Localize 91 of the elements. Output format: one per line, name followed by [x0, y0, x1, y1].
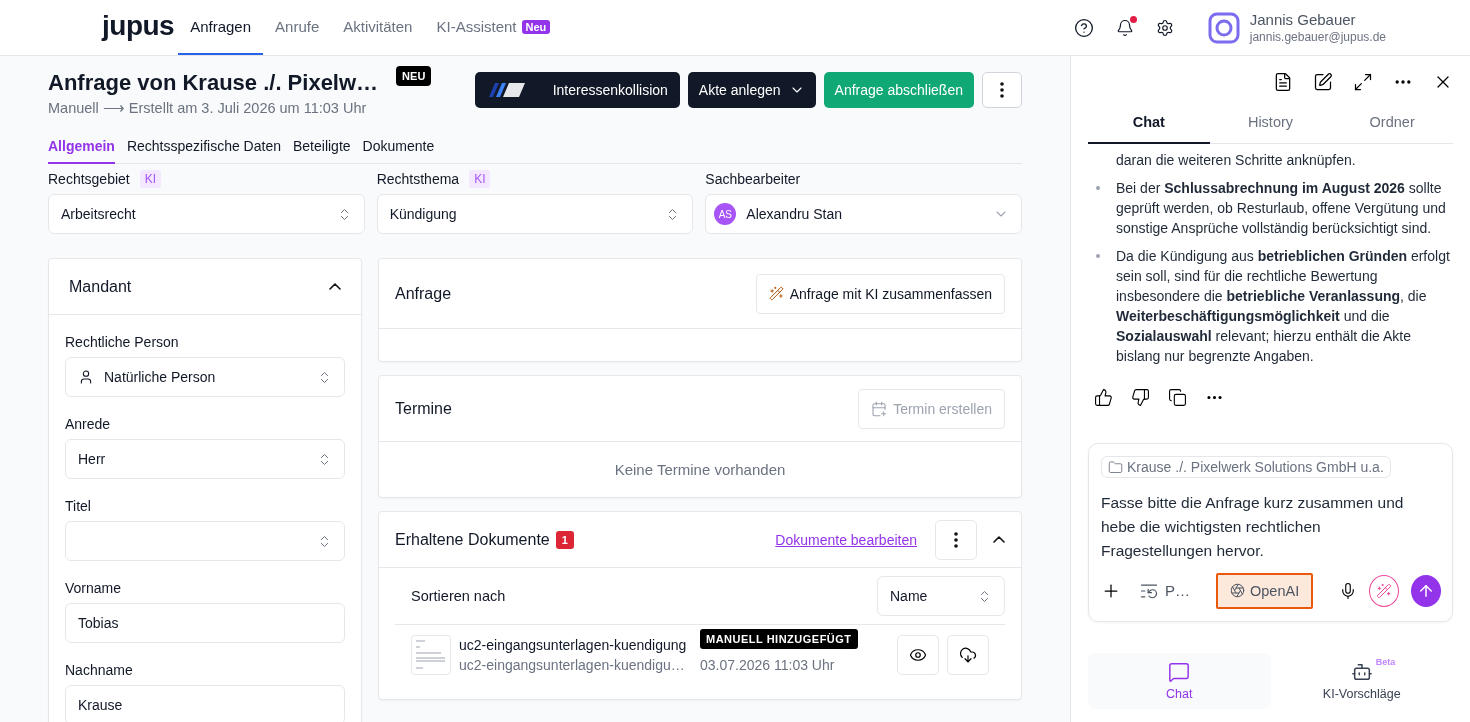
ki-badge: KI [469, 170, 491, 188]
send-button[interactable] [1411, 574, 1442, 607]
select-field[interactable]: Herr [65, 439, 345, 479]
request-meta: Manuell ⟶ Erstellt am 3. Juli 2026 um 11:03 Uhr [48, 100, 368, 116]
model-button[interactable]: OpenAI [1216, 572, 1314, 609]
tab[interactable]: Dokumente [362, 134, 435, 164]
message-text: Da die Kündigung aus betrieblichen Gründen erfolgt sein soll, sind für die rechtliche Bewertung insbesondere die betriebliche Veranlassung, die Weiterbeschäftigungsmöglichkeit und die Sozialauswahl relevant; hierzu enthält die Akte bislang nur begrenzte Angaben. [1116, 248, 1450, 364]
chat-tab[interactable]: Chat [1088, 110, 1210, 144]
field-label: Nachname [65, 662, 133, 678]
beta-label: Beta [1375, 656, 1396, 667]
select-field[interactable]: Kündigung [376, 194, 694, 234]
source-tag: MANUELL HINZUGEFÜGT [700, 629, 858, 649]
copy-icon[interactable] [1168, 388, 1187, 407]
field-label: Anrede [65, 416, 111, 432]
thumbs-up-icon[interactable] [1094, 388, 1113, 407]
file-date: 03.07.2026 11:03 Uhr [700, 657, 836, 673]
chevron-up-icon [993, 536, 1005, 543]
file-subtitle: uc2-eingangsunterlagen-kuendigu… [459, 657, 686, 673]
vertical-dots-icon [954, 531, 958, 548]
vertical-dots-icon [1000, 82, 1004, 98]
help-icon[interactable] [1073, 17, 1094, 38]
select-field[interactable] [65, 521, 345, 561]
bottom-nav-item[interactable]: Beta KI-Vorschläge [1270, 652, 1453, 709]
settings-icon[interactable] [1155, 18, 1174, 37]
more-button[interactable] [982, 72, 1022, 108]
calendar-plus-icon [871, 400, 888, 417]
summarize-button[interactable]: Anfrage mit KI zusammenfassen [755, 273, 1005, 314]
card-title: Erhaltene Dokumente [395, 530, 550, 549]
context-chip[interactable]: Krause ./. Pixelwerk Solutions GmbH u.a. [1101, 456, 1391, 478]
tab[interactable]: Allgemein [48, 134, 115, 164]
chat-tab[interactable]: Ordner [1331, 110, 1453, 144]
ki-badge: KI [139, 170, 162, 188]
nav-tab[interactable]: KI-Assistent Neu [424, 0, 563, 55]
card-title: Termine [395, 399, 452, 418]
view-button[interactable] [897, 635, 939, 675]
message-text: Bei der Schlussabrechnung im August 2026 sollte geprüft werden, ob Resturlaub, offene Vergütung und sonstige Ansprüche vollständig berücksichtigt sind. [1116, 180, 1446, 236]
tab[interactable]: Rechtsspezifische Daten [126, 134, 281, 164]
tab[interactable]: Beteiligte [293, 134, 351, 164]
request-title: Anfrage von Krause ./. Pixelw… [48, 70, 379, 96]
bell-icon[interactable] [1115, 18, 1134, 37]
sort-select[interactable]: Name [877, 576, 1005, 616]
download-button[interactable] [947, 635, 989, 675]
avatar-icon[interactable] [1207, 11, 1240, 44]
input-field[interactable]: Tobias [65, 603, 345, 643]
nav-tab[interactable]: Aktivitäten [331, 0, 425, 55]
count-badge: 1 [555, 530, 574, 549]
eye-icon [909, 646, 927, 664]
sort-label: Sortieren nach [411, 588, 506, 604]
chevron-up-icon [329, 283, 341, 290]
brand-logo-icon [488, 83, 525, 97]
nav-tab[interactable]: Anrufe [263, 0, 332, 55]
magic-wand-button[interactable] [1369, 574, 1400, 607]
avatar-initials: AS [714, 203, 737, 225]
folder-icon [1108, 459, 1123, 475]
field-label: Rechtliche Person [65, 334, 179, 350]
field-label: Rechtsthema [376, 171, 460, 187]
new-badge: Neu [521, 19, 551, 34]
empty-message: Keine Termine vorhanden [613, 460, 787, 480]
document-thumbnail [411, 635, 451, 675]
speech-bubble-icon [1168, 660, 1191, 683]
file-name[interactable]: uc2-eingangsunterlagen-kuendigung [459, 637, 691, 653]
select-field[interactable]: AS Alexandru Stan [705, 194, 1022, 234]
input-field[interactable]: Krause [65, 685, 345, 722]
edit-documents-link[interactable]: Dokumente bearbeiten [775, 531, 917, 548]
magic-wand-icon [1376, 582, 1393, 599]
message-input[interactable]: Fasse bitte die Anfrage kurz zusammen und hebe die wichtigsten rechtlichen Fragestellungen hervor. [1101, 490, 1440, 563]
card-title: Anfrage [395, 284, 452, 303]
prompt-button[interactable]: P… [1133, 580, 1196, 601]
select-field[interactable]: Natürliche Person [65, 357, 345, 397]
thumbs-down-icon[interactable] [1131, 388, 1150, 407]
select-field[interactable]: Arbeitsrecht [48, 194, 365, 234]
dropdown-button[interactable]: Akte anlegen [687, 72, 816, 108]
bottom-nav-item[interactable]: Chat [1088, 652, 1271, 709]
status-badge: NEU [396, 66, 432, 86]
logo[interactable]: jupus [102, 0, 175, 55]
field-label: Rechtsgebiet [48, 171, 130, 187]
user-email: jannis.gebauer@jupus.de [1249, 30, 1386, 44]
cloud-download-icon [959, 646, 977, 664]
message-text: daran die weiteren Schritte anknüpfen. [1116, 152, 1356, 168]
user-name: Jannis Gebauer [1249, 11, 1357, 28]
field-label: Vorname [65, 580, 122, 596]
chat-composer[interactable]: Krause ./. Pixelwerk Solutions GmbH u.a. Fasse bitte die Anfrage kurz zusammen und hebe die wichtigsten rechtlichen Fragestellungen hervor. P… OpenAI [1088, 443, 1453, 622]
conflict-check-button[interactable]: Interessenkollision [474, 72, 680, 108]
more-button[interactable] [935, 519, 977, 560]
aperture-icon [1230, 583, 1245, 598]
card-title: Mandant [69, 277, 132, 296]
field-label: Sachbearbeiter [705, 171, 801, 187]
person-icon [78, 369, 94, 385]
magic-wand-icon [768, 286, 784, 301]
field-label: Titel [65, 498, 91, 514]
chat-tab[interactable]: History [1209, 110, 1332, 144]
